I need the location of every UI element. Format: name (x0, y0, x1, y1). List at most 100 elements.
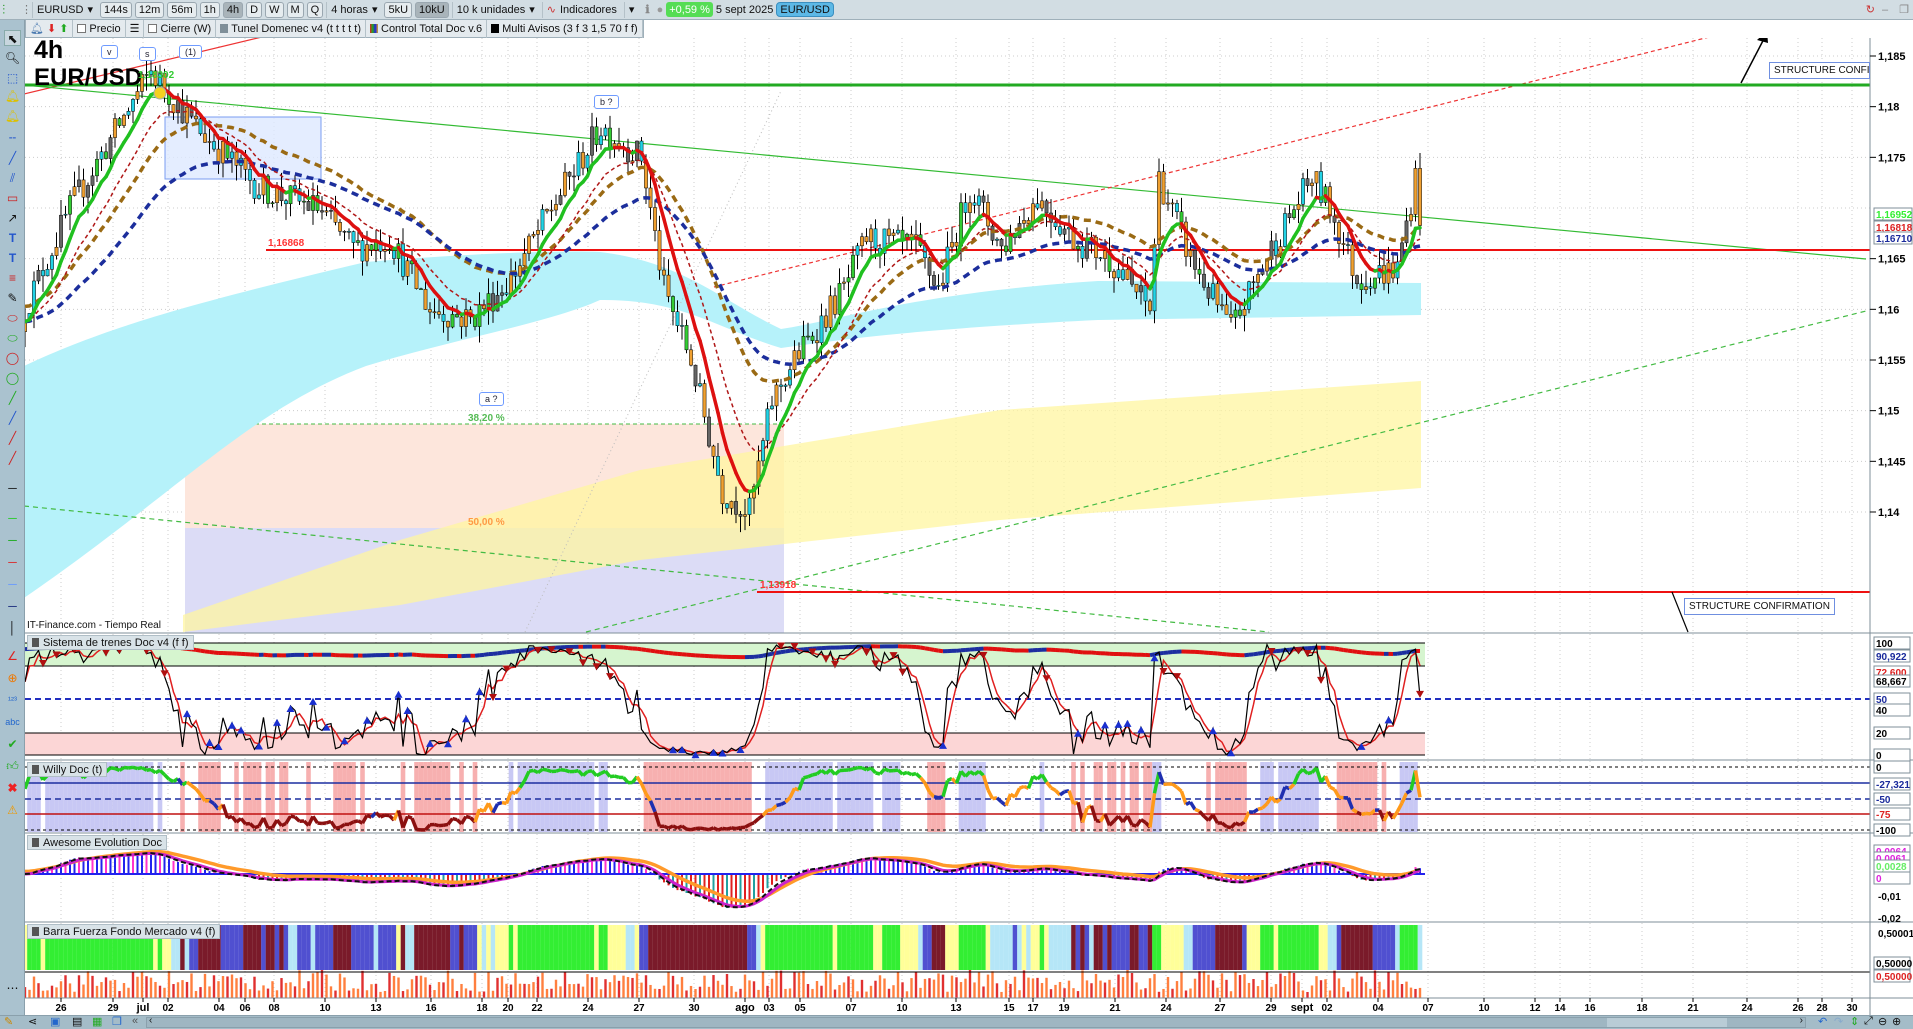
fib-icon[interactable]: ≡ (4, 270, 21, 286)
line-red-icon[interactable]: ╱ (4, 430, 21, 446)
zoom-out-icon[interactable]: ⊖ (1878, 1015, 1887, 1028)
drag-handle-icon[interactable]: ⋮ (21, 3, 32, 16)
horizontal-line-icon[interactable]: ╌ (4, 130, 21, 146)
tf-4h[interactable]: 4h (222, 1, 244, 18)
panel-title-willy[interactable]: Willy Doc (t) (27, 762, 108, 777)
hline-lightblue-icon[interactable]: ─ (4, 576, 21, 592)
label-tool-icon[interactable]: T (4, 250, 21, 266)
red-dashed-channel[interactable] (713, 22, 1769, 288)
wave-label-v[interactable]: v (101, 45, 118, 59)
tf-m[interactable]: M (286, 1, 304, 18)
undo-icon[interactable]: ↶ (1818, 1015, 1827, 1028)
vline-icon[interactable]: │ (4, 620, 21, 636)
scroll-right-icon[interactable]: › (1800, 1015, 1803, 1026)
cross-icon[interactable]: ✖ (4, 780, 21, 796)
bell-icon[interactable]: 🔔︎ (30, 22, 44, 35)
restore-icon[interactable]: ❐ (1895, 3, 1913, 16)
hline-black-icon[interactable]: ─ (4, 480, 21, 496)
windows-icon[interactable]: ❐ (112, 1015, 122, 1028)
structure-confirmation-top[interactable]: STRUCTURE CONFIR (1769, 62, 1870, 79)
circle-icon[interactable]: ◯ (4, 350, 21, 366)
period-select[interactable]: 4 horas ▾ (326, 1, 381, 18)
zoom-fit-icon[interactable]: ⤢ (1864, 1015, 1873, 1028)
tf-d[interactable]: D (246, 1, 263, 18)
arrow-tool-icon[interactable]: ↗ (4, 210, 21, 226)
rectangle-icon[interactable]: ▭ (4, 190, 21, 206)
refresh-icon[interactable]: ↻ (1866, 3, 1875, 16)
panel-title-trenes[interactable]: Sistema de trenes Doc v4 (f f) (27, 635, 194, 650)
bell-alert-icon[interactable] (153, 86, 167, 100)
tf-12m[interactable]: 12m (134, 1, 165, 18)
legend-precio[interactable]: Precio (73, 19, 126, 38)
info-icon[interactable]: ℹ (641, 3, 653, 16)
report-icon[interactable]: ▤ (72, 1015, 82, 1028)
hline-navy-icon[interactable]: ─ (4, 598, 21, 614)
zoom-in-icon[interactable]: ⊕ (1892, 1015, 1901, 1028)
redo-icon[interactable]: ↷ (1834, 1015, 1843, 1028)
horizontal-scrollbar[interactable]: ‹ › (146, 1015, 1806, 1028)
cursor-icon[interactable]: ⬉ (4, 30, 21, 46)
more-icon[interactable]: ⋯ (4, 980, 21, 996)
checkbox[interactable] (148, 24, 158, 33)
tf-56m[interactable]: 56m (167, 1, 197, 18)
elliott-letters-icon[interactable]: abc (4, 714, 21, 730)
legend-control-total[interactable]: Control Total Doc v.6 (366, 19, 488, 38)
thumbs-up-icon[interactable]: 👍︎ (4, 758, 21, 774)
circle-plus-icon[interactable]: ⊕ (4, 670, 21, 686)
hline-green-icon[interactable]: ─ (4, 532, 21, 548)
tf-w[interactable]: W (265, 1, 284, 18)
legend-cierre[interactable]: Cierre (W) (144, 19, 217, 38)
warning-icon[interactable]: ⚠ (4, 802, 21, 818)
ellipse-icon[interactable]: ⬭ (4, 310, 21, 326)
draw-icon[interactable]: ✎ (4, 1015, 13, 1028)
price-chart[interactable] (23, 22, 1870, 633)
panel-title-awesome[interactable]: Awesome Evolution Doc (27, 835, 168, 850)
wave-label-a[interactable]: a ? (479, 392, 504, 406)
chart-canvas[interactable]: 1,185 1,18 1,175 1,165 1,16 1,155 1,15 1,145 1,1… (0, 0, 1913, 1029)
units-5ku[interactable]: 5kU (384, 1, 413, 18)
panel-title-barra[interactable]: Barra Fuerza Fondo Mercado v4 (f) (27, 924, 221, 939)
angle-icon[interactable]: ∠ (4, 648, 21, 664)
buy-arrow-icon[interactable]: ⬆ (59, 22, 68, 35)
pair-badge[interactable]: EUR/USD (776, 2, 834, 17)
check-icon[interactable]: ✔ (4, 736, 21, 752)
circle-green-icon[interactable]: ◯ (4, 370, 21, 386)
alert-icon[interactable]: 🔔︎ (4, 108, 21, 124)
checkbox[interactable] (77, 24, 87, 33)
grid-icon[interactable]: ▦ (92, 1015, 102, 1028)
tf-q[interactable]: Q (306, 1, 324, 18)
wave-label-b[interactable]: b ? (594, 95, 619, 109)
share-icon[interactable]: ⋖ (28, 1015, 37, 1028)
units-10ku[interactable]: 10kU (415, 1, 449, 18)
legend-multi-avisos[interactable]: Multi Avisos (3 f 3 1,5 70 f f) (487, 19, 643, 38)
willy-panel[interactable] (25, 761, 1870, 833)
pencil-icon[interactable]: ✎ (4, 290, 21, 306)
indicators-dropdown[interactable]: ▾ (623, 1, 639, 18)
zoom-area-icon[interactable]: ⬚ (4, 70, 21, 86)
line-blue-icon[interactable]: ╱ (4, 410, 21, 426)
wave-label-s[interactable]: s (139, 47, 156, 61)
trend-line-icon[interactable]: ╱ (4, 150, 21, 166)
wave-label-1[interactable]: (1) (179, 45, 202, 59)
units-select[interactable]: 10 k unidades ▾ (451, 1, 539, 18)
channel-icon[interactable]: ⫽ (4, 170, 21, 186)
alert-add-icon[interactable]: 🔔︎ (4, 88, 21, 104)
alarm-icons[interactable]: 🔔︎ ⬇ ⬆ (26, 19, 74, 38)
elliott-numbers-icon[interactable]: ¹²³ (4, 692, 21, 708)
ellipse-green-icon[interactable]: ⬭ (4, 330, 21, 346)
hline-lime-icon[interactable]: ─ (4, 510, 21, 526)
hline-red-icon[interactable]: ─ (4, 554, 21, 570)
comment-icon[interactable]: ▣ (50, 1015, 60, 1028)
list-icon[interactable]: ☰ (126, 19, 145, 38)
line-red2-icon[interactable]: ╱ (4, 450, 21, 466)
scrollbar-thumb[interactable] (1607, 1018, 1727, 1027)
legend-tunel[interactable]: Tunel Domenec v4 (t t t t t) (216, 19, 366, 38)
symbol-select[interactable]: EURUSD ▾ (32, 1, 97, 18)
structure-confirmation-bottom[interactable]: STRUCTURE CONFIRMATION (1684, 598, 1835, 615)
consolidation-box[interactable] (164, 116, 322, 180)
minimize-icon[interactable]: – (1878, 4, 1892, 16)
awesome-panel[interactable] (25, 834, 1853, 922)
line-green-icon[interactable]: ╱ (4, 390, 21, 406)
tf-144s[interactable]: 144s (99, 1, 132, 18)
scroll-left-icon[interactable]: ‹ (149, 1015, 152, 1026)
